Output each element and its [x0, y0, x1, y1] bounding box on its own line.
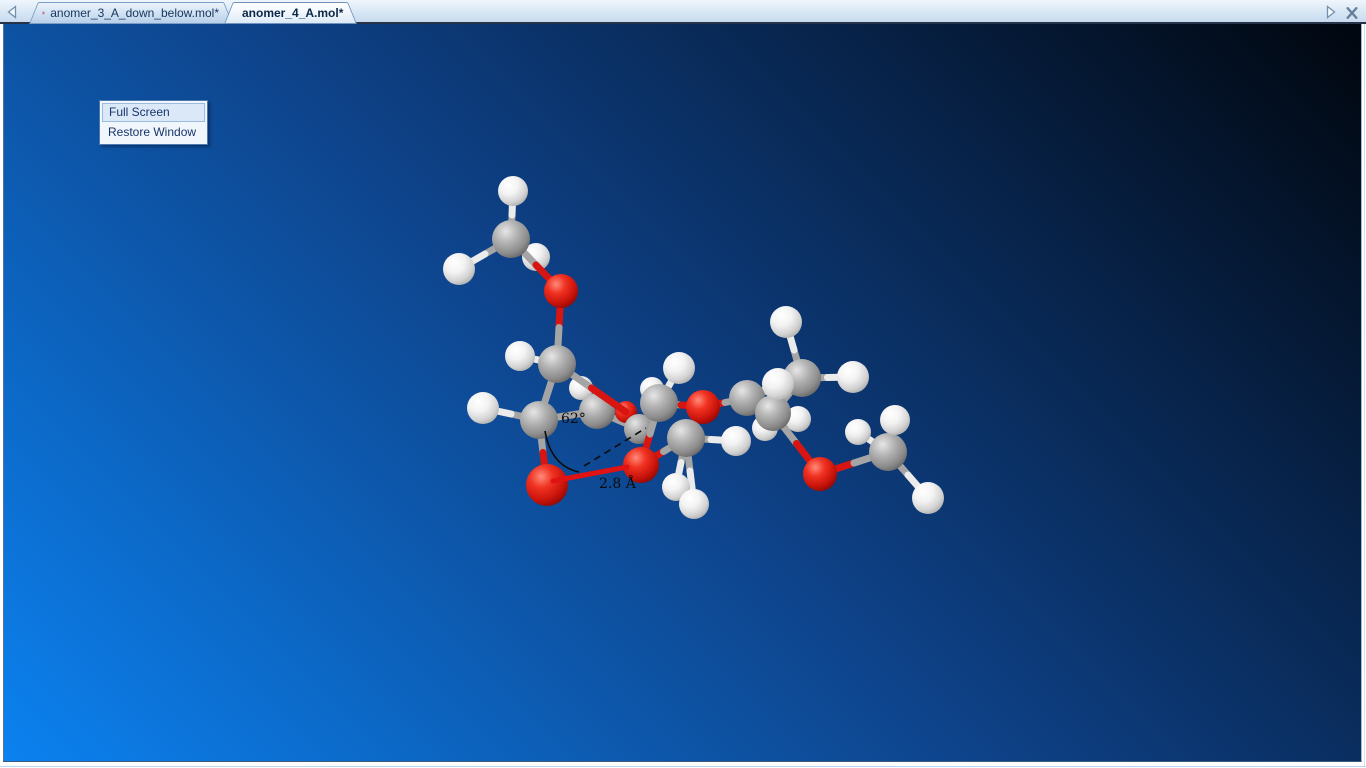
tab-label: anomer_4_A.mol*	[242, 6, 344, 20]
tab-bar: anomer_3_A_down_below.mol* anomer_4_A.mo…	[0, 0, 1366, 24]
menu-item-label: Full Screen	[109, 105, 170, 119]
close-x-icon	[1345, 6, 1358, 19]
tab-label: anomer_3_A_down_below.mol*	[50, 6, 219, 20]
menu-item-label: Restore Window	[108, 125, 197, 139]
context-menu: Full Screen Restore Window	[99, 100, 208, 145]
tab-anomer-3[interactable]: anomer_3_A_down_below.mol*	[29, 2, 233, 24]
menu-item-full-screen[interactable]: Full Screen	[102, 103, 205, 122]
scroll-tabs-right-button[interactable]	[1322, 3, 1338, 20]
tab-anomer-4[interactable]: anomer_4_A.mol*	[224, 2, 357, 24]
scroll-tabs-left-button[interactable]	[4, 3, 20, 20]
close-tab-button[interactable]	[1343, 3, 1360, 20]
left-triangle-icon	[7, 4, 17, 19]
mol-document-icon	[42, 11, 45, 15]
right-triangle-icon	[1326, 4, 1336, 19]
app-window: 62° 2.8 Å anomer_3_A_down_below.mol* ano…	[0, 0, 1366, 768]
menu-item-restore-window[interactable]: Restore Window	[102, 122, 205, 142]
